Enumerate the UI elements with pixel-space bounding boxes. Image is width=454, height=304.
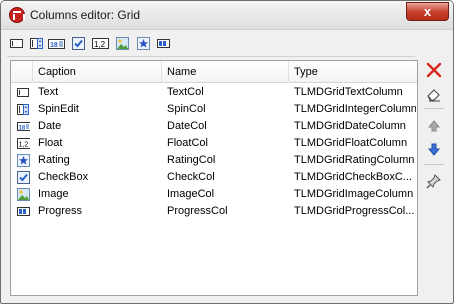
checkbox-column-icon: [17, 171, 30, 184]
svg-text:1,2: 1,2: [19, 142, 29, 149]
text-column-icon: [10, 39, 23, 48]
cell-type: TLMDGridIntegerColumn: [294, 103, 416, 115]
spinedit-column-icon: [30, 38, 43, 49]
date-column-icon: 18: [48, 39, 65, 49]
eraser-icon: [427, 89, 440, 102]
table-row[interactable]: Text TextCol TLMDGridTextColumn: [11, 84, 417, 101]
cell-name: DateCol: [167, 120, 207, 132]
clear-button[interactable]: [425, 85, 443, 103]
cell-name: RatingCol: [167, 154, 216, 166]
side-separator: [424, 164, 444, 165]
checkbox-column-icon: [72, 37, 85, 50]
cell-name: TextCol: [167, 86, 204, 98]
cell-caption: Text: [38, 86, 59, 98]
cell-caption: Progress: [38, 205, 83, 217]
move-up-button[interactable]: [425, 117, 443, 135]
move-up-icon: [427, 120, 441, 132]
progress-column-icon: [17, 207, 30, 216]
title-bar[interactable]: Columns editor: Grid x: [1, 1, 453, 30]
float-column-icon: 1,2: [17, 138, 30, 149]
cell-name: FloatCol: [167, 137, 208, 149]
table-row[interactable]: SpinEdit SpinCol TLMDGridIntegerColumn: [11, 101, 417, 118]
rating-column-icon: [137, 37, 150, 50]
table-row[interactable]: 1,2 Float FloatCol TLMDGridFloatColumn: [11, 135, 417, 152]
image-column-icon: [17, 188, 30, 201]
table-row[interactable]: CheckBox CheckCol TLMDGridCheckBoxC...: [11, 169, 417, 186]
add-date-column-button[interactable]: 18: [48, 36, 66, 51]
header-type[interactable]: Type: [289, 61, 417, 83]
cell-type: TLMDGridTextColumn: [294, 86, 403, 98]
cell-name: CheckCol: [167, 171, 215, 183]
table-row[interactable]: Rating RatingCol TLMDGridRatingColumn: [11, 152, 417, 169]
grid-header: Caption Name Type: [11, 61, 417, 83]
header-icon-cell: [11, 61, 33, 83]
table-row[interactable]: Progress ProgressCol TLMDGridProgressCol…: [11, 203, 417, 220]
cell-name: SpinCol: [167, 103, 206, 115]
add-text-column-button[interactable]: [9, 36, 24, 51]
header-name[interactable]: Name: [162, 61, 289, 83]
cell-type: TLMDGridProgressCol...: [294, 205, 415, 217]
cell-name: ProgressCol: [167, 205, 228, 217]
toolbar-separator: [7, 56, 415, 57]
pin-button[interactable]: [425, 172, 443, 190]
table-row[interactable]: Image ImageCol TLMDGridImageColumn: [11, 186, 417, 203]
spinedit-column-icon: [17, 104, 29, 115]
add-rating-column-button[interactable]: [136, 36, 151, 51]
text-column-icon: [17, 88, 29, 97]
cell-type: TLMDGridRatingColumn: [294, 154, 415, 166]
pin-icon: [426, 174, 441, 189]
header-caption[interactable]: Caption: [33, 61, 162, 83]
add-checkbox-column-button[interactable]: [71, 36, 86, 51]
delete-icon: [426, 62, 442, 78]
add-progress-column-button[interactable]: [156, 36, 171, 51]
add-image-column-button[interactable]: [115, 36, 130, 51]
cell-type: TLMDGridDateColumn: [294, 120, 406, 132]
cell-caption: Rating: [38, 154, 70, 166]
columns-grid[interactable]: Caption Name Type Text TextCol TLMDGridT…: [10, 60, 418, 296]
cell-caption: Float: [38, 137, 63, 149]
svg-text:18: 18: [50, 42, 58, 49]
add-float-column-button[interactable]: 1,2: [92, 36, 110, 51]
table-row[interactable]: 18 Date DateCol TLMDGridDateColumn: [11, 118, 417, 135]
columns-editor-window: Columns editor: Grid x 18 1,2 Caption Na…: [0, 0, 454, 304]
cell-type: TLMDGridCheckBoxC...: [294, 171, 412, 183]
add-spinedit-column-button[interactable]: [29, 36, 44, 51]
cell-caption: Image: [38, 188, 69, 200]
cell-caption: SpinEdit: [38, 103, 79, 115]
date-column-icon: 18: [17, 122, 30, 132]
float-column-icon: 1,2: [92, 38, 109, 49]
progress-column-icon: [157, 39, 170, 48]
window-title: Columns editor: Grid: [30, 8, 141, 22]
close-button[interactable]: x: [406, 2, 449, 21]
move-down-button[interactable]: [425, 140, 443, 158]
cell-name: ImageCol: [167, 188, 215, 200]
svg-text:18: 18: [19, 126, 26, 132]
svg-text:1,2: 1,2: [94, 40, 106, 49]
side-separator: [424, 108, 444, 109]
cell-type: TLMDGridFloatColumn: [294, 137, 408, 149]
cell-caption: Date: [38, 120, 62, 132]
cell-caption: CheckBox: [38, 171, 89, 183]
cell-type: TLMDGridImageColumn: [294, 188, 414, 200]
side-toolbar: [421, 60, 447, 296]
app-icon: [9, 7, 25, 23]
toolbar: 18 1,2: [9, 34, 209, 54]
move-down-icon: [427, 143, 441, 156]
rating-column-icon: [17, 154, 30, 167]
image-column-icon: [116, 37, 129, 50]
delete-column-button[interactable]: [425, 61, 443, 79]
